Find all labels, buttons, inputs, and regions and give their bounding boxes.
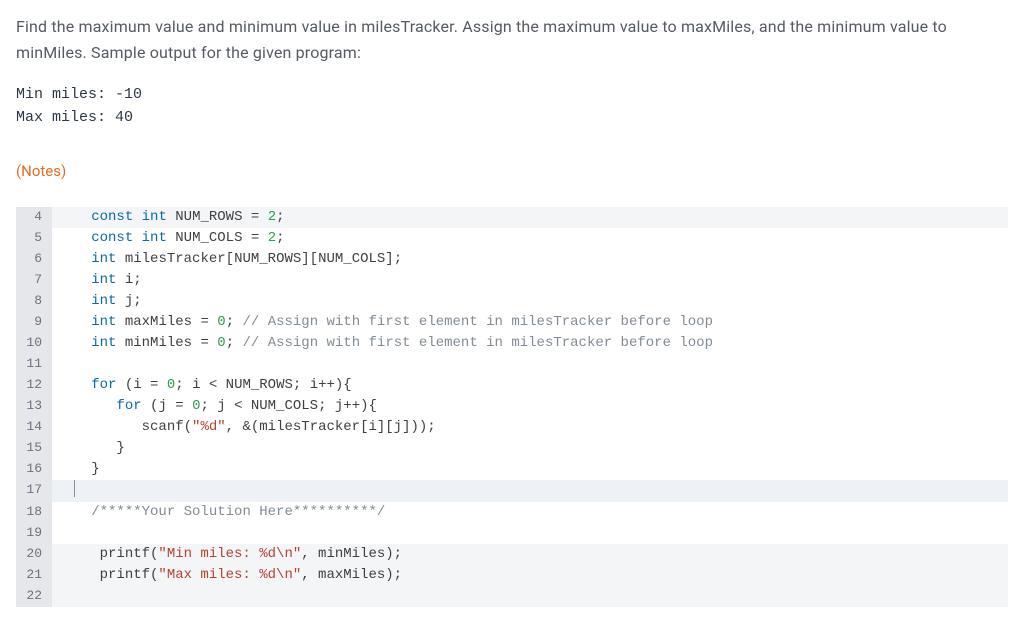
line-content[interactable]: const int NUM_ROWS = 2; [52, 207, 1008, 228]
code-line[interactable]: 12 for (i = 0; i < NUM_ROWS; i++){ [16, 375, 1008, 396]
line-content[interactable]: for (i = 0; i < NUM_ROWS; i++){ [52, 375, 1008, 396]
line-content[interactable]: } [52, 438, 1008, 459]
line-content[interactable]: int j; [52, 291, 1008, 312]
line-content[interactable] [52, 480, 1008, 502]
line-content[interactable]: int milesTracker[NUM_ROWS][NUM_COLS]; [52, 249, 1008, 270]
line-number: 21 [16, 565, 52, 586]
text-cursor [74, 480, 75, 497]
code-line[interactable]: 5 const int NUM_COLS = 2; [16, 228, 1008, 249]
code-line[interactable]: 15 } [16, 438, 1008, 459]
code-line[interactable]: 19 [16, 523, 1008, 544]
line-number: 20 [16, 544, 52, 565]
line-content[interactable]: int minMiles = 0; // Assign with first e… [52, 333, 1008, 354]
code-line-active[interactable]: 17 [16, 480, 1008, 502]
line-number: 4 [16, 207, 52, 228]
line-number: 17 [16, 480, 52, 502]
line-number: 18 [16, 502, 52, 523]
code-line[interactable]: 18 /*****Your Solution Here**********/ [16, 502, 1008, 523]
code-line[interactable]: 4 const int NUM_ROWS = 2; [16, 207, 1008, 228]
code-line[interactable]: 13 for (j = 0; j < NUM_COLS; j++){ [16, 396, 1008, 417]
code-line[interactable]: 6 int milesTracker[NUM_ROWS][NUM_COLS]; [16, 249, 1008, 270]
line-number: 9 [16, 312, 52, 333]
line-number: 8 [16, 291, 52, 312]
problem-statement: Find the maximum value and minimum value… [16, 14, 1008, 65]
line-content[interactable]: for (j = 0; j < NUM_COLS; j++){ [52, 396, 1008, 417]
line-content[interactable] [52, 523, 1008, 544]
line-number: 12 [16, 375, 52, 396]
line-number: 10 [16, 333, 52, 354]
line-number: 5 [16, 228, 52, 249]
code-line[interactable]: 20 printf("Min miles: %d\n", minMiles); [16, 544, 1008, 565]
line-number: 6 [16, 249, 52, 270]
line-number: 19 [16, 523, 52, 544]
line-content[interactable]: int i; [52, 270, 1008, 291]
code-line[interactable]: 16 } [16, 459, 1008, 480]
line-content[interactable]: /*****Your Solution Here**********/ [52, 502, 1008, 523]
line-number: 11 [16, 354, 52, 375]
code-line[interactable]: 10 int minMiles = 0; // Assign with firs… [16, 333, 1008, 354]
line-number: 16 [16, 459, 52, 480]
line-content[interactable]: scanf("%d", &(milesTracker[i][j])); [52, 417, 1008, 438]
line-content[interactable]: printf("Max miles: %d\n", maxMiles); [52, 565, 1008, 586]
code-line[interactable]: 7 int i; [16, 270, 1008, 291]
line-content[interactable] [52, 354, 1008, 375]
line-content[interactable] [52, 586, 1008, 607]
line-content[interactable]: int maxMiles = 0; // Assign with first e… [52, 312, 1008, 333]
line-number: 7 [16, 270, 52, 291]
line-number: 15 [16, 438, 52, 459]
code-line[interactable]: 9 int maxMiles = 0; // Assign with first… [16, 312, 1008, 333]
sample-output-line-1: Min miles: -10 [16, 86, 142, 103]
code-line[interactable]: 14 scanf("%d", &(milesTracker[i][j])); [16, 417, 1008, 438]
code-line[interactable]: 8 int j; [16, 291, 1008, 312]
notes-link[interactable]: (Notes) [16, 159, 66, 183]
sample-output-line-2: Max miles: 40 [16, 109, 133, 126]
code-line[interactable]: 22 [16, 586, 1008, 607]
code-line[interactable]: 21 printf("Max miles: %d\n", maxMiles); [16, 565, 1008, 586]
line-number: 14 [16, 417, 52, 438]
line-content[interactable]: printf("Min miles: %d\n", minMiles); [52, 544, 1008, 565]
line-number: 13 [16, 396, 52, 417]
line-content[interactable]: } [52, 459, 1008, 480]
sample-output-block: Min miles: -10 Max miles: 40 [16, 83, 1008, 130]
code-editor[interactable]: 4 const int NUM_ROWS = 2; 5 const int NU… [16, 207, 1008, 607]
line-content[interactable]: const int NUM_COLS = 2; [52, 228, 1008, 249]
line-number: 22 [16, 586, 52, 607]
code-line[interactable]: 11 [16, 354, 1008, 375]
